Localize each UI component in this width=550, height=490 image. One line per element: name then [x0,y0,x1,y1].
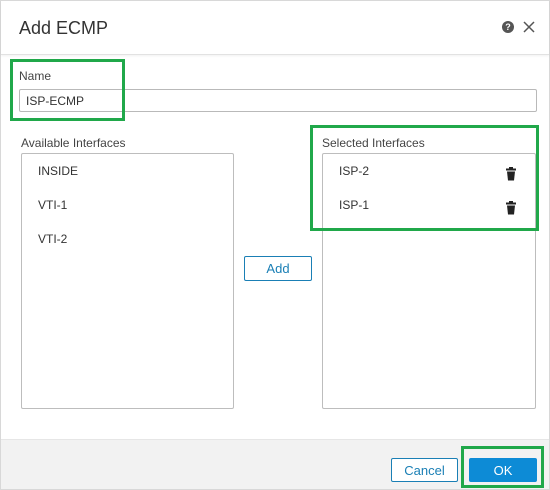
ok-button[interactable]: OK [469,458,537,482]
selected-interfaces-list[interactable]: ISP-2 ISP-1 [322,153,536,409]
add-button[interactable]: Add [244,256,312,281]
name-label: Name [19,69,52,83]
available-interfaces-label: Available Interfaces [21,136,126,150]
help-icon[interactable]: ? [502,21,514,33]
dialog-footer [1,439,549,489]
selected-item-isp-2[interactable]: ISP-2 [339,164,369,178]
selected-item-isp-1[interactable]: ISP-1 [339,198,369,212]
available-item-vti-1[interactable]: VTI-1 [38,198,67,212]
selected-interfaces-label: Selected Interfaces [322,136,425,150]
trash-icon[interactable] [505,201,517,215]
available-interfaces-list[interactable]: INSIDE VTI-1 VTI-2 [21,153,234,409]
available-item-vti-2[interactable]: VTI-2 [38,232,67,246]
close-icon[interactable] [521,19,537,35]
name-input[interactable] [19,89,537,112]
dialog-header: Add ECMP ? [1,1,549,55]
trash-icon[interactable] [505,167,517,181]
available-item-inside[interactable]: INSIDE [38,164,78,178]
add-ecmp-dialog: Add ECMP ? Name Available Interfaces INS… [0,0,550,490]
dialog-title: Add ECMP [19,18,109,38]
cancel-button[interactable]: Cancel [391,458,458,482]
